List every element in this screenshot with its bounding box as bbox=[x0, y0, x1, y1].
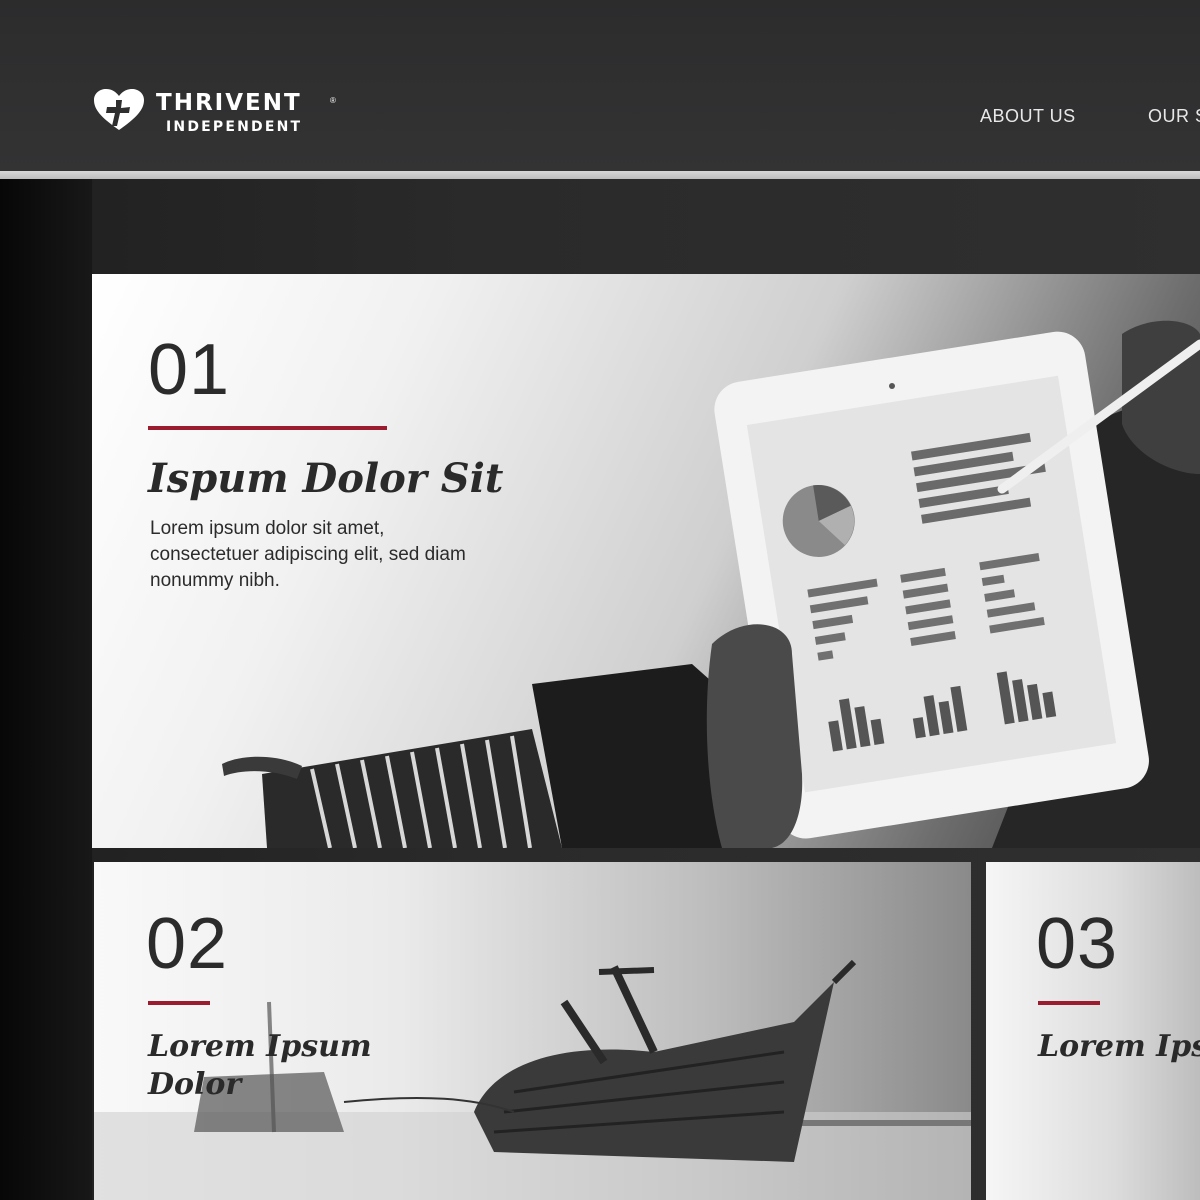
thrivent-logo[interactable]: THRIVENT INDEPENDENT bbox=[92, 88, 352, 138]
site-header bbox=[0, 0, 1200, 171]
card-number: 01 bbox=[148, 330, 231, 410]
nav-our-services[interactable]: OUR S bbox=[1148, 106, 1200, 127]
card-accent-rule bbox=[148, 1001, 210, 1005]
card-title: Ispum Dolor Sit bbox=[148, 455, 504, 502]
logo-subtitle: INDEPENDENT bbox=[166, 119, 303, 135]
feature-card-01[interactable]: 01 Ispum Dolor Sit Lorem ipsum dolor sit… bbox=[92, 274, 1200, 848]
card-accent-rule bbox=[148, 426, 387, 430]
header-divider bbox=[0, 171, 1200, 179]
card-description: Lorem ipsum dolor sit amet, consectetuer… bbox=[150, 518, 466, 591]
registered-mark: ® bbox=[330, 96, 336, 105]
logo-wordmark: THRIVENT bbox=[156, 90, 302, 116]
feature-card-02[interactable]: 02 Lorem Ipsum Dolor bbox=[94, 862, 971, 1200]
card-number: 03 bbox=[1036, 904, 1119, 984]
card-title: Lorem Ips bbox=[1038, 1029, 1200, 1064]
left-shadow bbox=[0, 179, 92, 1200]
heart-cross-icon bbox=[94, 89, 144, 130]
card-number: 02 bbox=[146, 904, 229, 984]
card-title-line-1: Lorem Ipsum bbox=[148, 1029, 372, 1064]
sweater-cuff bbox=[222, 729, 562, 848]
nav-about-us[interactable]: ABOUT US bbox=[980, 106, 1076, 127]
feature-card-03[interactable]: 03 Lorem Ips bbox=[986, 862, 1200, 1200]
card-accent-rule bbox=[1038, 1001, 1100, 1005]
card-title-line-2: Dolor bbox=[148, 1067, 242, 1102]
